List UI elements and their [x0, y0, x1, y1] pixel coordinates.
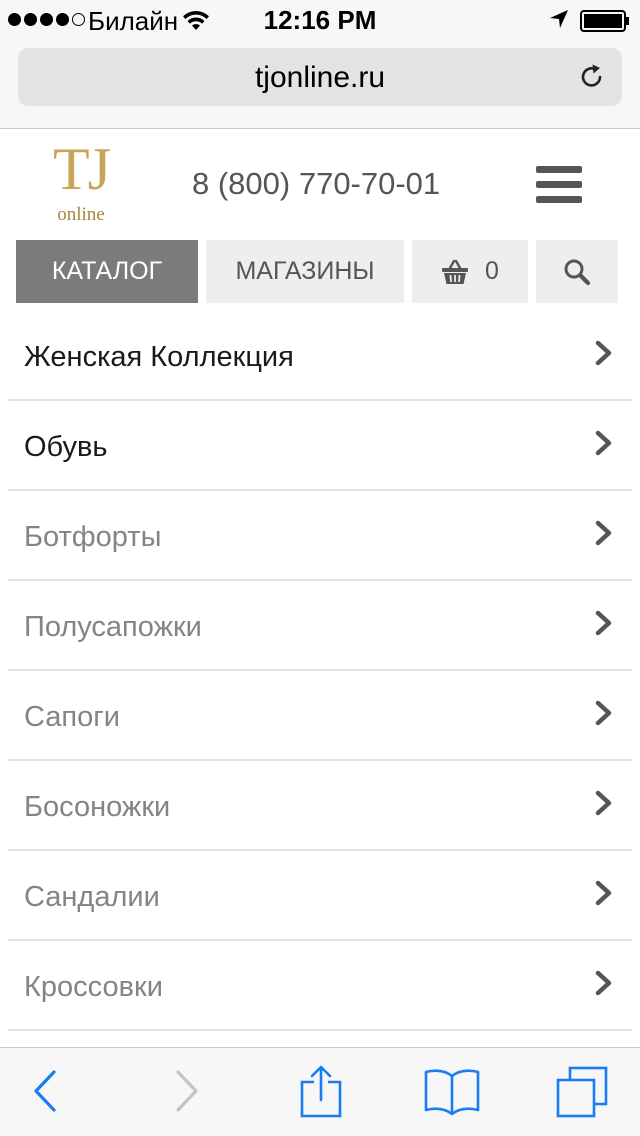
- chevron-right-icon: [595, 790, 612, 816]
- phone-number[interactable]: 8 (800) 770-70-01: [192, 166, 440, 202]
- category-item[interactable]: Кроссовки: [8, 941, 632, 1031]
- search-button[interactable]: [536, 240, 618, 303]
- shops-tab[interactable]: МАГАЗИНЫ: [206, 240, 404, 303]
- chevron-right-icon: [595, 880, 612, 906]
- reload-icon[interactable]: [578, 63, 606, 91]
- bookmarks-icon[interactable]: [424, 1068, 480, 1116]
- battery-icon: [580, 10, 629, 32]
- category-label: Полусапожки: [24, 611, 202, 643]
- category-label: Женская Коллекция: [24, 341, 294, 373]
- chevron-right-icon: [595, 970, 612, 996]
- chevron-right-icon: [595, 340, 612, 366]
- category-label: Босоножки: [24, 791, 171, 823]
- category-label: Ботфорты: [24, 521, 162, 553]
- chevron-right-icon: [595, 520, 612, 546]
- chevron-right-icon: [595, 430, 612, 456]
- logo-mark: TJ: [53, 136, 111, 202]
- category-item[interactable]: Женская Коллекция: [8, 311, 632, 401]
- address-bar[interactable]: tjonline.ru: [18, 48, 622, 106]
- clock: 12:16 PM: [263, 5, 377, 35]
- category-list: Женская Коллекция Обувь Ботфорты Полусапожк…: [8, 311, 632, 1031]
- cart-button[interactable]: 0: [412, 240, 528, 303]
- share-icon[interactable]: [300, 1064, 342, 1118]
- search-icon: [564, 259, 591, 285]
- chevron-right-icon: [595, 700, 612, 726]
- category-label: Обувь: [24, 431, 108, 463]
- cart-count: 0: [485, 257, 499, 285]
- browser-address-area: tjonline.ru: [0, 40, 640, 129]
- location-arrow-icon: [550, 10, 568, 28]
- site-logo[interactable]: TJ online: [50, 138, 112, 226]
- tabs-icon[interactable]: [556, 1066, 608, 1118]
- catalog-tab[interactable]: КАТАЛОГ: [16, 240, 198, 303]
- basket-icon: [442, 259, 469, 284]
- back-icon[interactable]: [30, 1068, 60, 1114]
- url-text[interactable]: tjonline.ru: [18, 61, 622, 95]
- status-bar: Билайн 12:16 PM: [0, 0, 640, 40]
- chevron-right-icon: [595, 610, 612, 636]
- category-label: Сапоги: [24, 701, 121, 733]
- logo-subtitle: online: [57, 204, 105, 225]
- hamburger-menu-icon[interactable]: [536, 166, 582, 204]
- category-item[interactable]: Полусапожки: [8, 581, 632, 671]
- category-item[interactable]: Обувь: [8, 401, 632, 491]
- forward-icon[interactable]: [172, 1068, 202, 1114]
- catalog-tab-label: КАТАЛОГ: [51, 257, 163, 285]
- category-item[interactable]: Сандалии: [8, 851, 632, 941]
- category-item[interactable]: Босоножки: [8, 761, 632, 851]
- browser-toolbar: [0, 1047, 640, 1136]
- category-label: Сандалии: [24, 881, 160, 913]
- category-item[interactable]: Ботфорты: [8, 491, 632, 581]
- category-label: Кроссовки: [24, 971, 163, 1003]
- category-item[interactable]: Сапоги: [8, 671, 632, 761]
- shops-tab-label: МАГАЗИНЫ: [235, 257, 375, 285]
